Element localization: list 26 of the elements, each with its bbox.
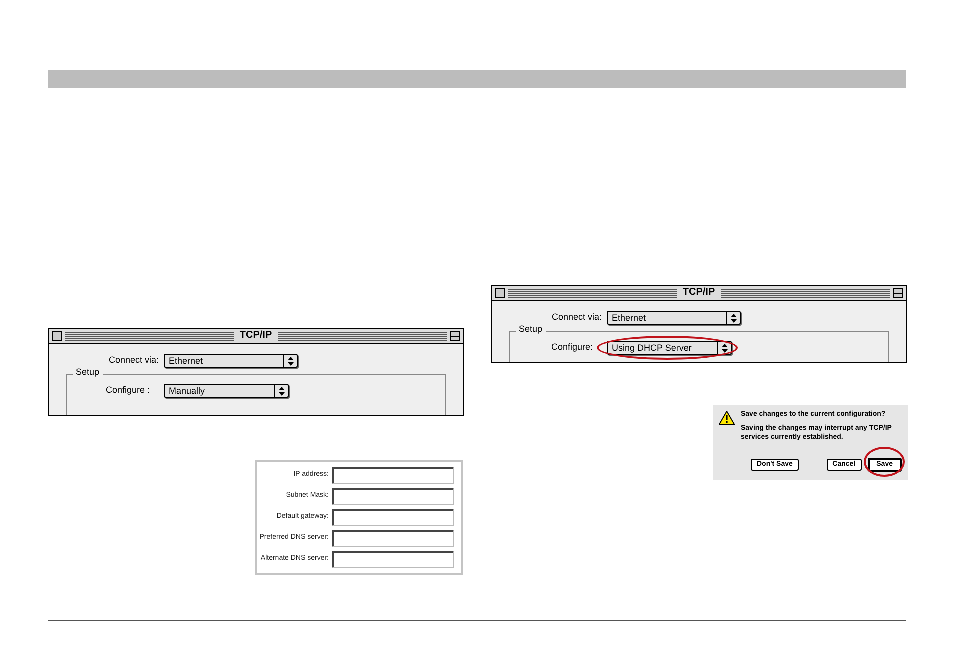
updown-arrows-icon bbox=[278, 386, 284, 396]
input-field[interactable] bbox=[332, 551, 454, 568]
popup-menu[interactable]: Ethernet bbox=[164, 354, 298, 368]
connect-via-label: Connect via: bbox=[108, 354, 160, 368]
group-label: Setup bbox=[516, 325, 546, 334]
connect-via-label: Connect via: bbox=[550, 311, 603, 324]
input-field[interactable] bbox=[332, 509, 454, 526]
close-box[interactable] bbox=[52, 331, 62, 341]
warning-icon bbox=[719, 411, 735, 425]
zoom-box[interactable] bbox=[450, 331, 460, 341]
input-field[interactable] bbox=[332, 530, 454, 547]
configure-label: Configure : bbox=[104, 384, 151, 398]
popup-menu[interactable]: Using DHCP Server bbox=[607, 341, 732, 355]
popup-menu[interactable]: Ethernet bbox=[607, 311, 741, 325]
popup-menu[interactable]: Manually bbox=[164, 384, 289, 398]
updown-arrows-icon bbox=[722, 344, 728, 352]
close-box[interactable] bbox=[495, 288, 505, 298]
updown-arrows-icon bbox=[730, 314, 736, 322]
updown-arrows-icon bbox=[288, 356, 294, 366]
window-title: TCP/IP bbox=[682, 288, 716, 298]
group-label: Setup bbox=[73, 368, 103, 377]
configure-label: Configure: bbox=[550, 341, 594, 354]
window-title: TCP/IP bbox=[238, 331, 274, 341]
input-field[interactable] bbox=[332, 467, 454, 484]
zoom-box[interactable] bbox=[893, 288, 904, 298]
input-field[interactable] bbox=[332, 488, 454, 505]
